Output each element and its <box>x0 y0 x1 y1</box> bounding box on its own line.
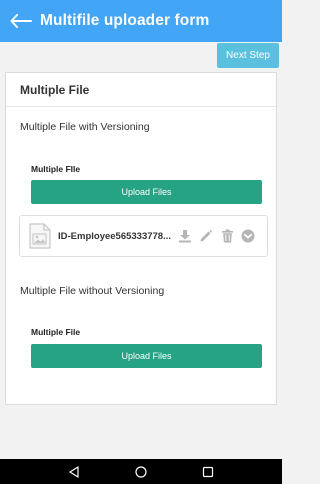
expand-button[interactable] <box>240 228 256 244</box>
section-heading-no-versioning: Multiple File without Versioning <box>20 285 165 297</box>
circle-home-icon <box>135 465 147 478</box>
download-icon <box>179 230 191 243</box>
file-list-item: ID-Employee565333778... <box>19 215 268 257</box>
trash-icon <box>221 229 233 243</box>
file-name: ID-Employee565333778... <box>58 230 171 242</box>
triangle-back-icon <box>69 465 79 478</box>
page-title: Multifile uploader form <box>40 12 210 29</box>
field-label-versioning: Multiple FIle <box>31 164 81 174</box>
system-nav-bar <box>0 459 282 484</box>
chevron-down-icon <box>241 229 255 243</box>
card-title: Multiple File <box>20 83 90 97</box>
field-label-no-versioning: Multiple File <box>31 327 81 337</box>
file-actions <box>177 228 256 244</box>
nav-recents-button[interactable] <box>201 465 215 479</box>
upload-files-button-versioning[interactable]: Upload Files <box>31 180 262 204</box>
back-button[interactable] <box>4 0 38 42</box>
nav-back-button[interactable] <box>67 465 81 479</box>
divider <box>6 106 276 107</box>
download-button[interactable] <box>177 228 193 244</box>
arrow-left-icon <box>10 14 32 28</box>
square-recents-icon <box>203 466 214 477</box>
nav-home-button[interactable] <box>134 465 148 479</box>
delete-button[interactable] <box>219 228 235 244</box>
next-step-button[interactable]: Next Step <box>217 43 279 68</box>
edit-button[interactable] <box>198 228 214 244</box>
section-heading-versioning: Multiple File with Versioning <box>20 121 150 133</box>
app-bar: Multifile uploader form <box>0 0 282 42</box>
pencil-icon <box>200 229 213 242</box>
form-card: Multiple File Multiple File with Version… <box>5 72 277 405</box>
upload-files-button-no-versioning[interactable]: Upload Files <box>31 344 262 368</box>
image-file-icon <box>29 223 51 249</box>
